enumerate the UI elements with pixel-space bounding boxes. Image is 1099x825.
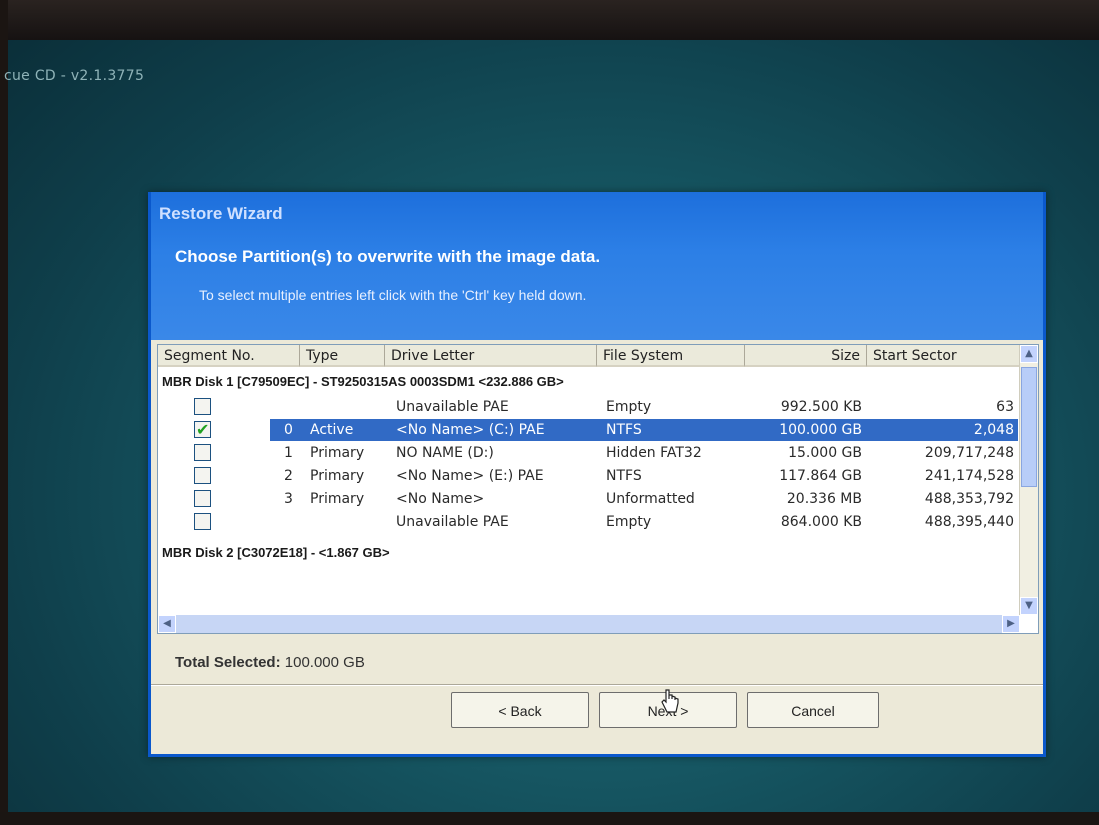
- table-row[interactable]: ✔ 0 Active <No Name> (C:) PAE NTFS 100.0…: [158, 419, 1020, 441]
- scrollbar-thumb[interactable]: [1021, 367, 1037, 487]
- start-sector-cell: 2,048: [973, 422, 1014, 438]
- column-header-type[interactable]: Type: [300, 345, 385, 367]
- wizard-header: Restore Wizard Choose Partition(s) to ov…: [151, 192, 1043, 340]
- wizard-instruction: To select multiple entries left click wi…: [199, 287, 587, 303]
- row-checkbox[interactable]: ✔: [194, 420, 211, 439]
- column-header-start-sector[interactable]: Start Sector: [867, 345, 1020, 367]
- chevron-down-icon[interactable]: ▼: [1020, 597, 1038, 615]
- table-row[interactable]: Unavailable PAE Empty 864.000 KB 488,395…: [158, 511, 1020, 533]
- row-checkbox[interactable]: [194, 444, 211, 461]
- partition-list[interactable]: Segment No. Type Drive Letter File Syste…: [157, 344, 1039, 634]
- disk-1-label[interactable]: MBR Disk 1 [C79509EC] - ST9250315AS 0003…: [162, 374, 564, 389]
- start-sector-cell: 488,395,440: [924, 514, 1014, 530]
- column-header-segment[interactable]: Segment No.: [158, 345, 300, 367]
- monitor-bezel-left: [0, 0, 8, 825]
- start-sector-cell: 241,174,528: [924, 468, 1014, 484]
- disk-2-label[interactable]: MBR Disk 2 [C3072E18] - <1.867 GB>: [162, 545, 390, 560]
- start-sector-cell: 209,717,248: [924, 445, 1014, 461]
- type-cell: Active: [310, 422, 354, 438]
- type-cell: Primary: [310, 491, 365, 507]
- chevron-up-icon[interactable]: ▲: [1020, 345, 1038, 363]
- check-mark-icon: ✔: [196, 420, 210, 439]
- vertical-scrollbar[interactable]: ▲ ▼: [1019, 345, 1038, 615]
- column-header-size[interactable]: Size: [745, 345, 867, 367]
- drive-letter-cell: <No Name> (E:) PAE: [396, 468, 544, 484]
- drive-letter-cell: Unavailable PAE: [396, 399, 509, 415]
- back-button[interactable]: < Back: [451, 692, 589, 728]
- row-checkbox[interactable]: [194, 513, 211, 530]
- table-row[interactable]: 2 Primary <No Name> (E:) PAE NTFS 117.86…: [158, 465, 1020, 487]
- table-row[interactable]: 3 Primary <No Name> Unformatted 20.336 M…: [158, 488, 1020, 510]
- cancel-button[interactable]: Cancel: [747, 692, 879, 728]
- size-cell: 117.864 GB: [779, 468, 862, 484]
- monitor-bezel-bottom: [0, 812, 1099, 825]
- start-sector-cell: 488,353,792: [924, 491, 1014, 507]
- row-checkbox[interactable]: [194, 398, 211, 415]
- table-row[interactable]: Unavailable PAE Empty 992.500 KB 63: [158, 396, 1020, 418]
- segment-number-cell: 0: [284, 422, 293, 438]
- size-cell: 20.336 MB: [786, 491, 862, 507]
- footer-divider: [151, 684, 1043, 686]
- file-system-cell: Hidden FAT32: [606, 445, 702, 461]
- type-cell: Primary: [310, 445, 365, 461]
- row-checkbox[interactable]: [194, 490, 211, 507]
- drive-letter-cell: NO NAME (D:): [396, 445, 494, 461]
- wizard-title: Restore Wizard: [159, 204, 283, 223]
- drive-letter-cell: Unavailable PAE: [396, 514, 509, 530]
- total-selected-value: 100.000 GB: [284, 654, 365, 671]
- chevron-left-icon[interactable]: ◀: [158, 615, 176, 633]
- monitor-bezel-top: [0, 0, 1099, 40]
- start-sector-cell: 63: [996, 399, 1014, 415]
- segment-number-cell: 1: [284, 445, 293, 461]
- hand-pointer-icon: [661, 689, 679, 713]
- total-selected: Total Selected: 100.000 GB: [175, 654, 365, 671]
- type-cell: Primary: [310, 468, 365, 484]
- drive-letter-cell: <No Name>: [396, 491, 485, 507]
- file-system-cell: Unformatted: [606, 491, 695, 507]
- file-system-cell: NTFS: [606, 422, 642, 438]
- size-cell: 864.000 KB: [780, 514, 862, 530]
- segment-number-cell: 2: [284, 468, 293, 484]
- size-cell: 100.000 GB: [779, 422, 862, 438]
- column-header-file-system[interactable]: File System: [597, 345, 745, 367]
- row-checkbox[interactable]: [194, 467, 211, 484]
- file-system-cell: Empty: [606, 399, 652, 415]
- wizard-heading: Choose Partition(s) to overwrite with th…: [175, 247, 601, 266]
- column-header-drive-letter[interactable]: Drive Letter: [385, 345, 597, 367]
- size-cell: 15.000 GB: [788, 445, 862, 461]
- app-title: cue CD - v2.1.3775: [4, 68, 145, 84]
- total-selected-label: Total Selected:: [175, 654, 281, 671]
- file-system-cell: Empty: [606, 514, 652, 530]
- chevron-right-icon[interactable]: ▶: [1002, 615, 1020, 633]
- horizontal-scrollbar[interactable]: ◀ ▶: [158, 615, 1020, 633]
- restore-wizard-dialog: Restore Wizard Choose Partition(s) to ov…: [148, 192, 1046, 757]
- drive-letter-cell: <No Name> (C:) PAE: [396, 422, 545, 438]
- column-header-row: Segment No. Type Drive Letter File Syste…: [158, 345, 1020, 369]
- segment-number-cell: 3: [284, 491, 293, 507]
- file-system-cell: NTFS: [606, 468, 642, 484]
- table-row[interactable]: 1 Primary NO NAME (D:) Hidden FAT32 15.0…: [158, 442, 1020, 464]
- size-cell: 992.500 KB: [780, 399, 862, 415]
